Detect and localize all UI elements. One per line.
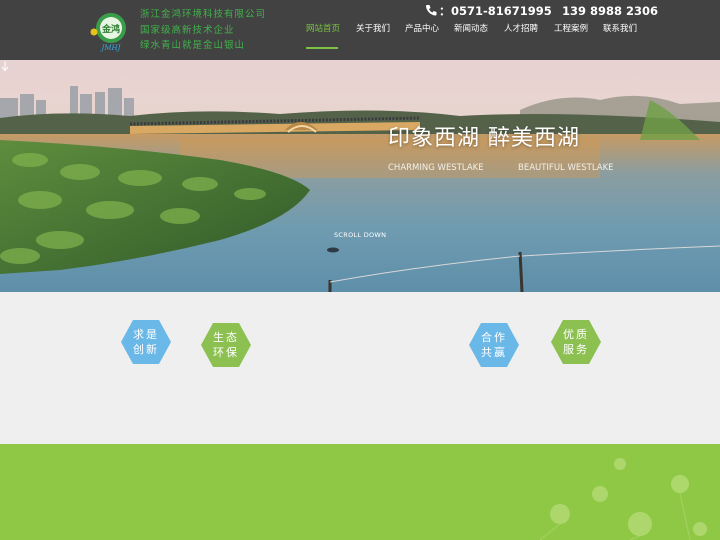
feature-service[interactable]: 优质 服务	[550, 319, 602, 365]
feature-eco[interactable]: 生态 环保	[200, 322, 252, 368]
feature-cooperation-line2: 共赢	[481, 346, 507, 359]
company-logo[interactable]: 金鸿 JMHJ	[86, 10, 136, 54]
nav-jobs[interactable]: 人才招聘	[504, 22, 538, 50]
company-name: 浙江金鸿环境科技有限公司	[140, 9, 267, 20]
feature-service-line2: 服务	[563, 343, 589, 356]
feature-innovation-line1: 求是	[133, 328, 159, 341]
phone-icon	[425, 5, 437, 16]
logo-text: 金鸿	[101, 23, 120, 35]
site-header: 金鸿 JMHJ 浙江金鸿环境科技有限公司 国家级高新技术企业 绿水青山就是金山银…	[0, 0, 720, 60]
arrow-down-icon[interactable]	[0, 60, 10, 72]
nav-cases[interactable]: 工程案例	[554, 22, 588, 50]
phone-label: ：	[439, 4, 451, 18]
west-lake-photo	[0, 60, 720, 292]
scroll-down-label[interactable]: SCROLL DOWN	[334, 231, 386, 239]
flower-decoration	[539, 458, 707, 540]
logo-subtext: JMHJ	[100, 44, 122, 52]
feature-cooperation[interactable]: 合作 共赢	[468, 322, 520, 368]
banner-title: 印象西湖 醉美西湖	[388, 126, 580, 151]
company-tagline-2: 绿水青山就是金山银山	[140, 40, 246, 51]
hero-banner: 印象西湖 醉美西湖 CHARMING WESTLAKE BEAUTIFUL WE…	[0, 60, 720, 292]
nav-news[interactable]: 新闻动态	[454, 22, 488, 50]
banner-subtitle-right: BEAUTIFUL WESTLAKE	[518, 163, 614, 173]
nav-about[interactable]: 关于我们	[356, 22, 390, 50]
nav-contact[interactable]: 联系我们	[603, 22, 637, 50]
feature-service-line1: 优质	[563, 328, 589, 341]
banner-subtitle-left: CHARMING WESTLAKE	[388, 163, 484, 173]
company-info: 浙江金鸿环境科技有限公司 国家级高新技术企业 绿水青山就是金山银山	[140, 7, 266, 54]
nav-products[interactable]: 产品中心	[405, 22, 439, 50]
feature-eco-line1: 生态	[213, 331, 239, 344]
feature-innovation[interactable]: 求是 创新	[120, 319, 172, 365]
company-tagline-1: 国家级高新技术企业	[140, 24, 235, 36]
feature-eco-line2: 环保	[213, 346, 239, 359]
feature-section: 求是 创新 生态 环保 合作 共赢 优质 服务	[0, 292, 720, 444]
mobile-number[interactable]: 139 8988 2306	[562, 4, 658, 18]
green-section	[0, 444, 720, 540]
phone-number[interactable]: 0571-81671995	[451, 4, 552, 18]
nav-home[interactable]: 网站首页	[306, 22, 340, 50]
nav-active-indicator	[306, 47, 338, 49]
feature-innovation-line2: 创新	[133, 343, 159, 356]
feature-cooperation-line1: 合作	[481, 331, 507, 344]
